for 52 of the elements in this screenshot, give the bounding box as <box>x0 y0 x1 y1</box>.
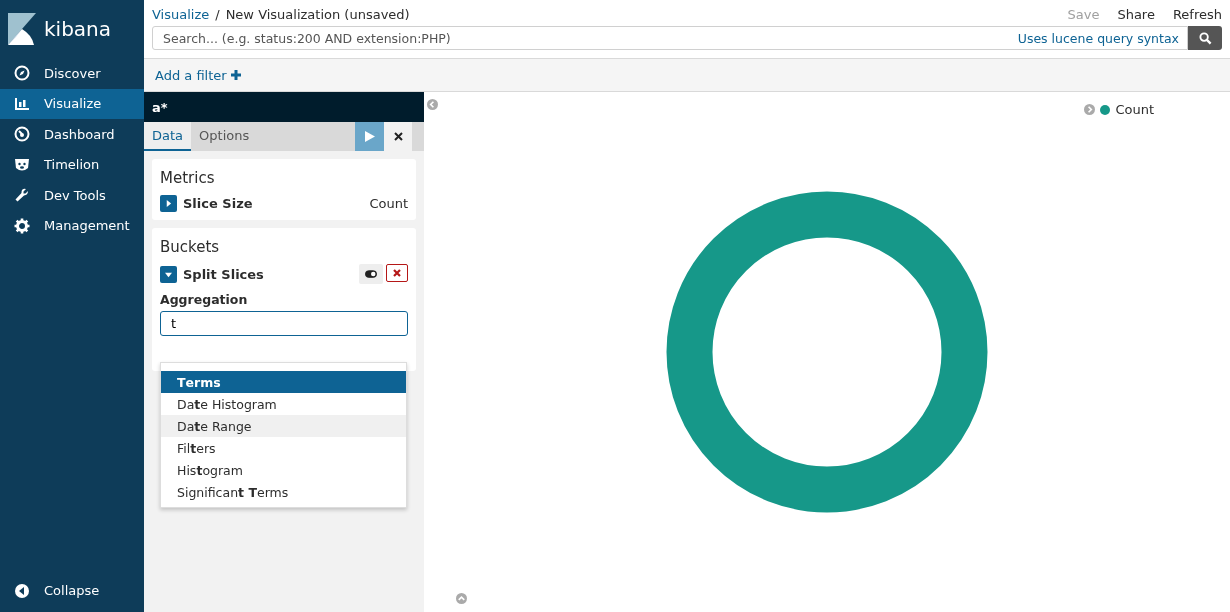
expand-toggle-button[interactable] <box>160 195 177 212</box>
section-title: Buckets <box>160 238 221 256</box>
field-label: Aggregation <box>160 292 249 307</box>
collapse-button[interactable]: Collapse <box>0 575 144 606</box>
top-action-link[interactable]: Refresh <box>1172 6 1222 22</box>
query-syntax-link[interactable]: Uses lucene query syntax <box>1017 30 1179 46</box>
gauge-icon <box>14 126 30 143</box>
discard-button[interactable] <box>384 122 412 151</box>
dropdown-option[interactable]: Date Range <box>161 415 406 437</box>
aggregation-field[interactable]: t <box>160 311 408 336</box>
compass-icon <box>14 65 30 82</box>
legend-toggle-icon[interactable] <box>1084 104 1096 115</box>
dropdown-option[interactable]: Filters <box>161 437 406 459</box>
agg-label: Split Slices <box>183 266 264 282</box>
search-icon <box>1198 31 1212 45</box>
gear-icon <box>14 217 30 234</box>
nav-item[interactable]: Dev Tools <box>0 180 144 211</box>
dropdown-option[interactable]: Histogram <box>161 459 406 481</box>
close-icon <box>393 269 401 277</box>
nav-item[interactable]: Management <box>0 210 144 241</box>
dropdown-option[interactable]: Terms <box>161 371 406 393</box>
dropdown-option[interactable]: Date Histogram <box>161 393 406 415</box>
remove-button[interactable] <box>386 264 408 282</box>
expand-toggle-button[interactable] <box>160 265 177 283</box>
nav-item[interactable]: Dashboard <box>0 119 144 150</box>
nav-item[interactable]: Timelion <box>0 149 144 180</box>
editor-tab[interactable]: Options <box>191 122 258 151</box>
nav-item[interactable]: Discover <box>0 58 144 89</box>
page-title: New Visualization (unsaved) <box>225 6 410 22</box>
close-icon <box>393 132 403 141</box>
section-title: Metrics <box>160 169 216 187</box>
toggle-button[interactable] <box>359 264 383 284</box>
bars-icon <box>14 95 30 112</box>
search-field[interactable]: Search... (e.g. status:200 AND extension:PHP) Uses lucene query syntax <box>152 26 1188 50</box>
agg-label: Slice Size <box>183 196 253 211</box>
search-button[interactable] <box>1188 26 1222 50</box>
breadcrumb-separator: / <box>215 6 220 22</box>
editor-tab[interactable]: Data <box>144 122 192 151</box>
logo-icon <box>8 13 36 45</box>
nav-item[interactable]: Visualize <box>0 88 144 119</box>
plus-icon <box>230 69 241 80</box>
index-pattern-title: a* <box>144 92 424 122</box>
bear-icon <box>14 156 30 173</box>
agg-value: Count <box>369 196 408 211</box>
play-icon <box>364 131 375 142</box>
app-logo-text: kibana <box>44 17 112 41</box>
add-filter-link[interactable]: Add a filter <box>155 67 241 83</box>
breadcrumb-link[interactable]: Visualize <box>152 6 210 22</box>
wrench-icon <box>14 187 30 204</box>
top-action-link[interactable]: Share <box>1117 6 1155 22</box>
dropdown-option[interactable]: Significant Terms <box>161 481 406 503</box>
legend-item[interactable]: Count <box>1100 102 1154 117</box>
